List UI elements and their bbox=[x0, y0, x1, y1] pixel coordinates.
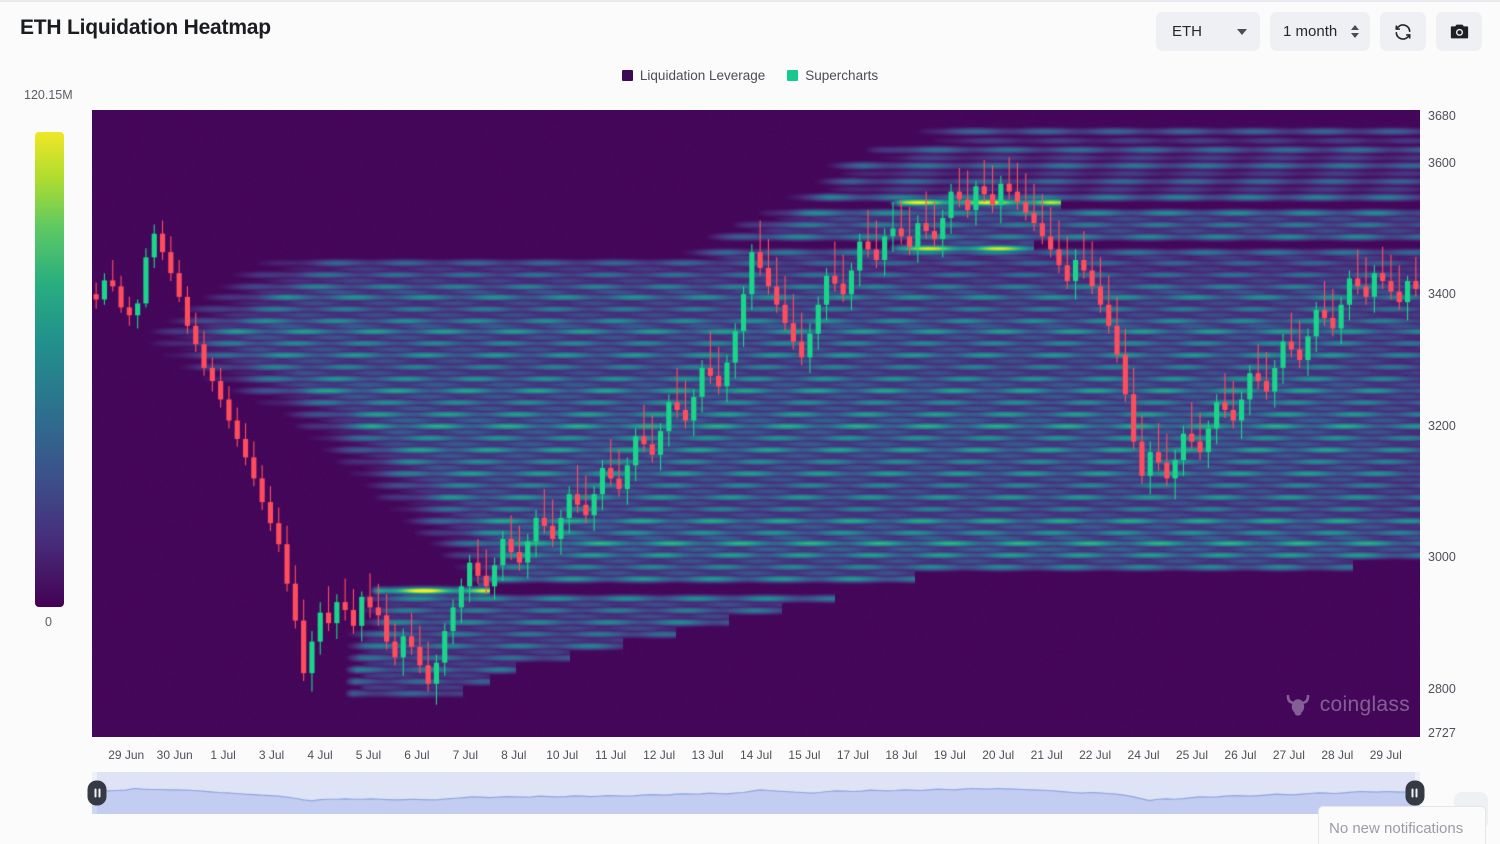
date-tick-label: 20 Jul bbox=[982, 748, 1014, 762]
date-tick-label: 29 Jul bbox=[1370, 748, 1402, 762]
date-axis: 29 Jun 30 Jun 1 Jul 3 Jul 4 Jul 5 Jul 6 Jul 7 J… bbox=[92, 748, 1420, 766]
asset-select-value: ETH bbox=[1172, 23, 1202, 40]
price-tick-label: 3680 bbox=[1428, 109, 1456, 123]
screenshot-button[interactable] bbox=[1436, 12, 1482, 51]
date-tick-label: 30 Jun bbox=[157, 748, 193, 762]
date-tick-label: 11 Jul bbox=[595, 748, 626, 762]
legend-label: Supercharts bbox=[805, 68, 878, 83]
legend-item-supercharts[interactable]: Supercharts bbox=[787, 68, 878, 83]
top-divider bbox=[0, 0, 1500, 2]
timerange-value: 1 month bbox=[1283, 23, 1337, 40]
stepper-icon[interactable] bbox=[1351, 25, 1359, 38]
range-handle-left[interactable] bbox=[88, 781, 107, 806]
refresh-icon bbox=[1393, 22, 1413, 42]
date-tick-label: 14 Jul bbox=[740, 748, 772, 762]
price-tick-label: 3400 bbox=[1428, 287, 1456, 301]
price-tick-label: 3600 bbox=[1428, 156, 1456, 170]
colorbar-max-label: 120.15M bbox=[24, 88, 73, 102]
price-tick-label: 3200 bbox=[1428, 419, 1456, 433]
legend-swatch bbox=[622, 70, 633, 81]
asset-select[interactable]: ETH bbox=[1156, 12, 1260, 51]
heatmap-canvas[interactable] bbox=[92, 110, 1420, 737]
date-tick-label: 24 Jul bbox=[1128, 748, 1160, 762]
heatmap-plot-area[interactable]: coinglass bbox=[92, 110, 1420, 737]
range-slider[interactable] bbox=[92, 772, 1420, 814]
date-tick-label: 28 Jul bbox=[1321, 748, 1353, 762]
legend-swatch bbox=[787, 70, 798, 81]
date-tick-label: 22 Jul bbox=[1079, 748, 1111, 762]
date-tick-label: 7 Jul bbox=[453, 748, 478, 762]
date-tick-label: 26 Jul bbox=[1224, 748, 1256, 762]
colorbar-gradient bbox=[35, 132, 64, 607]
date-tick-label: 18 Jul bbox=[885, 748, 917, 762]
date-tick-label: 1 Jul bbox=[210, 748, 235, 762]
date-tick-label: 21 Jul bbox=[1031, 748, 1063, 762]
price-tick-label: 3000 bbox=[1428, 550, 1456, 564]
range-handle-right[interactable] bbox=[1405, 781, 1424, 806]
date-tick-label: 6 Jul bbox=[404, 748, 429, 762]
chevron-down-icon bbox=[1237, 29, 1247, 35]
date-tick-label: 15 Jul bbox=[788, 748, 820, 762]
date-tick-label: 17 Jul bbox=[837, 748, 869, 762]
date-tick-label: 10 Jul bbox=[546, 748, 578, 762]
timerange-stepper[interactable]: 1 month bbox=[1270, 12, 1370, 51]
liquidation-heatmap-page: ETH Liquidation Heatmap ETH 1 month Liqu… bbox=[0, 0, 1500, 844]
date-tick-label: 4 Jul bbox=[307, 748, 332, 762]
legend-label: Liquidation Leverage bbox=[640, 68, 765, 83]
refresh-button[interactable] bbox=[1380, 12, 1426, 51]
price-axis: 3680 3600 3400 3200 3000 2800 2727 bbox=[1428, 110, 1494, 737]
date-tick-label: 5 Jul bbox=[356, 748, 381, 762]
date-tick-label: 29 Jun bbox=[108, 748, 144, 762]
notification-toast: No new notifications bbox=[1318, 806, 1486, 844]
camera-icon bbox=[1449, 22, 1470, 41]
page-title: ETH Liquidation Heatmap bbox=[20, 16, 271, 40]
page-header: ETH Liquidation Heatmap ETH 1 month bbox=[0, 8, 1500, 56]
date-tick-label: 8 Jul bbox=[501, 748, 526, 762]
header-controls: ETH 1 month bbox=[1156, 12, 1482, 51]
price-tick-label: 2727 bbox=[1428, 726, 1456, 740]
colorbar-min-label: 0 bbox=[45, 615, 52, 629]
date-tick-label: 27 Jul bbox=[1273, 748, 1305, 762]
date-tick-label: 3 Jul bbox=[259, 748, 284, 762]
date-tick-label: 12 Jul bbox=[643, 748, 675, 762]
notification-text: No new notifications bbox=[1329, 820, 1463, 837]
date-tick-label: 25 Jul bbox=[1176, 748, 1208, 762]
legend-item-liquidation-leverage[interactable]: Liquidation Leverage bbox=[622, 68, 765, 83]
price-tick-label: 2800 bbox=[1428, 682, 1456, 696]
date-tick-label: 19 Jul bbox=[934, 748, 966, 762]
range-selection[interactable] bbox=[97, 772, 1414, 814]
date-tick-label: 13 Jul bbox=[692, 748, 724, 762]
chart-legend: Liquidation Leverage Supercharts bbox=[0, 68, 1500, 83]
